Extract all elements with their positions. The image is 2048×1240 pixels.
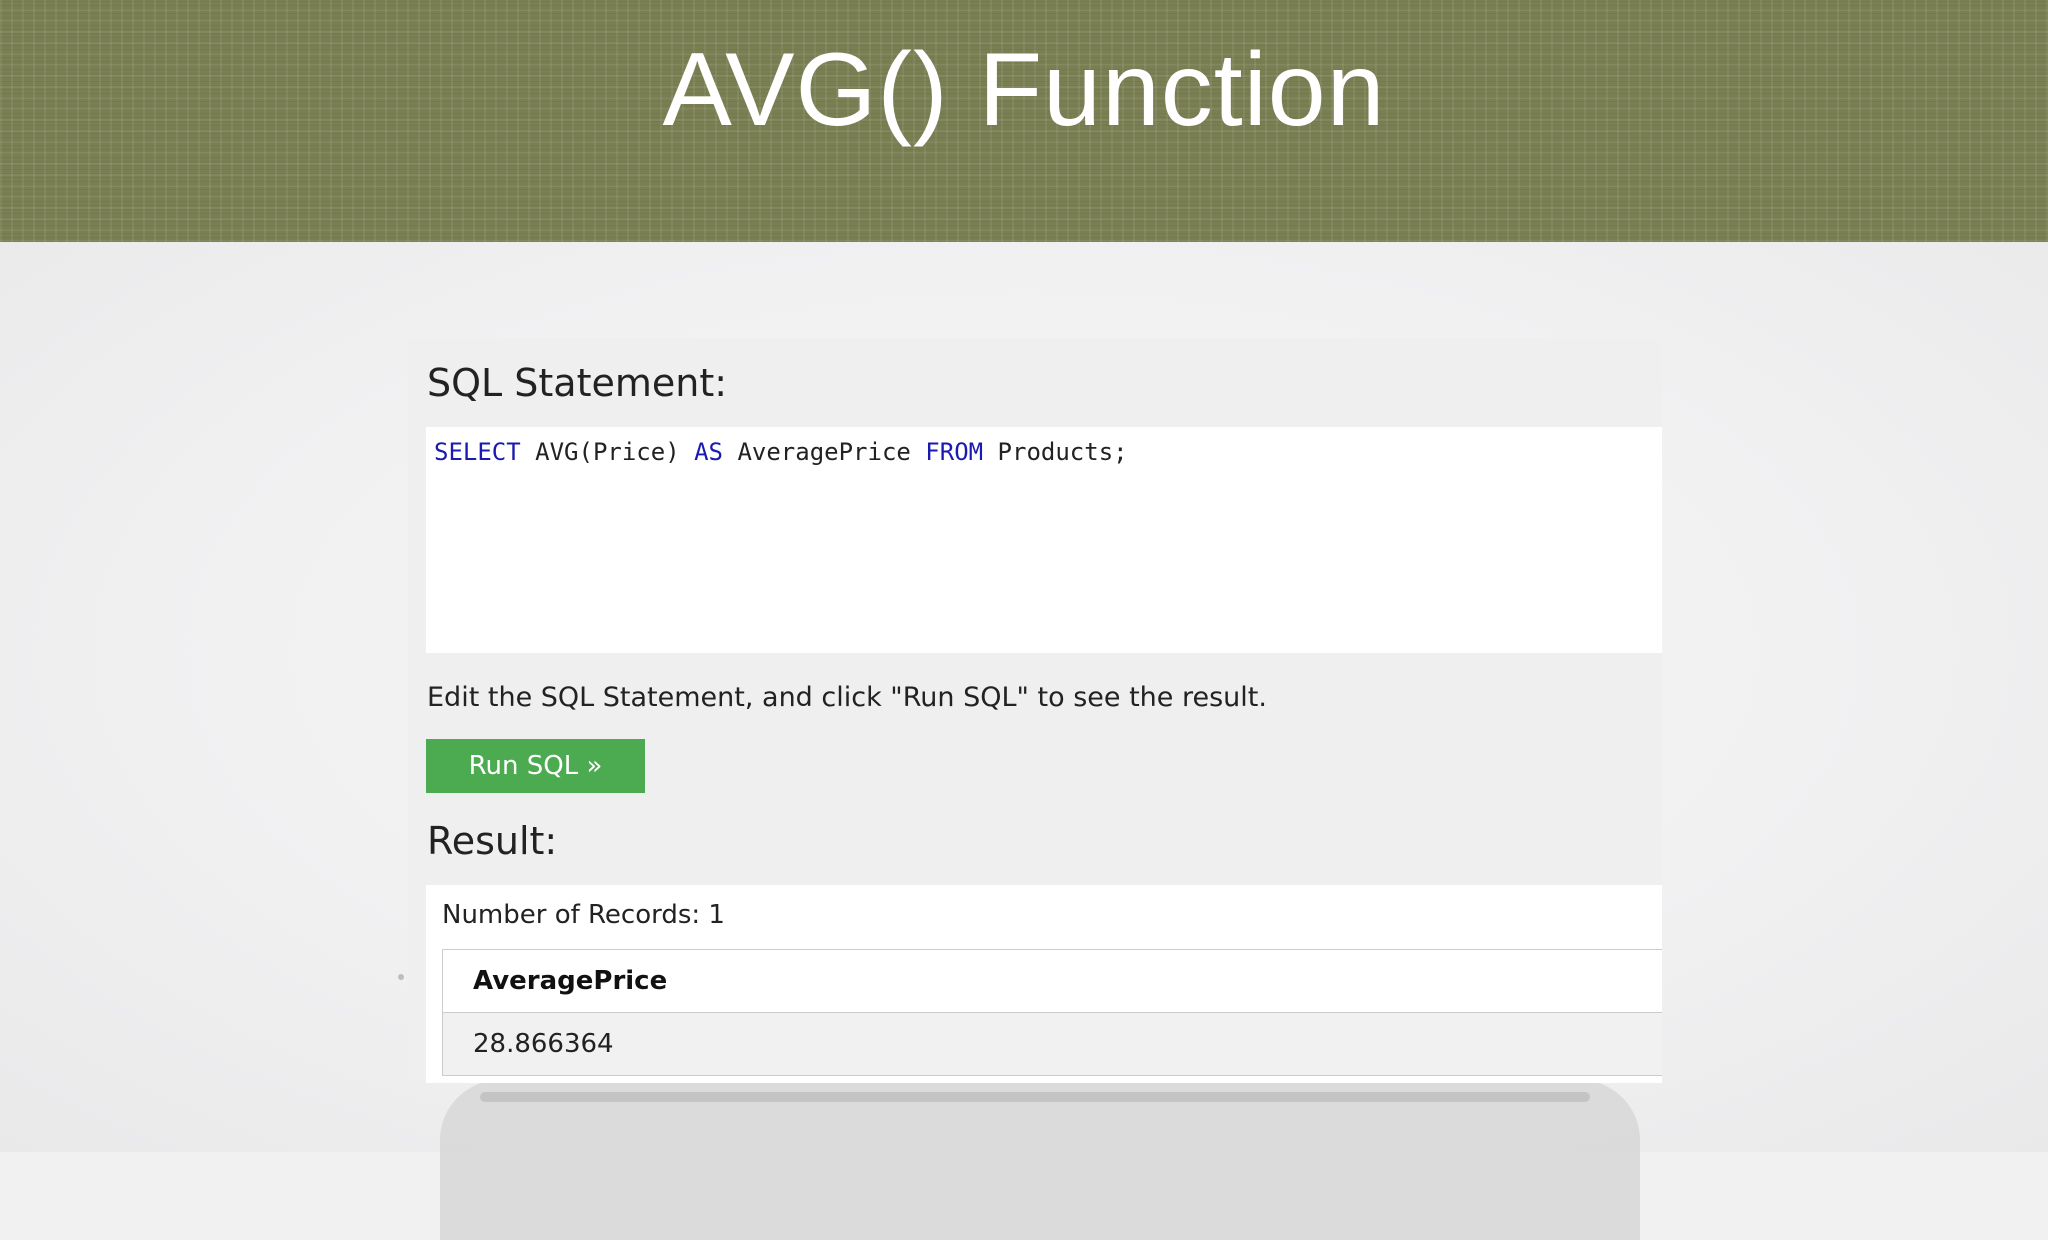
table-name: Products;: [983, 438, 1128, 466]
background-speck: [398, 974, 404, 980]
sql-statement-heading: SQL Statement:: [427, 361, 728, 405]
alias-name: AveragePrice: [723, 438, 926, 466]
slide-title: AVG() Function: [662, 32, 1386, 148]
result-table: AveragePrice 28.866364: [442, 949, 1662, 1076]
background-book-image: [440, 1080, 1640, 1240]
avg-expression: AVG(Price): [520, 438, 695, 466]
keyword-from: FROM: [925, 438, 984, 466]
run-sql-button[interactable]: Run SQL »: [426, 739, 645, 793]
sql-code-line[interactable]: SELECT AVG(Price) AS AveragePrice FROM P…: [434, 435, 1128, 469]
instruction-text: Edit the SQL Statement, and click "Run S…: [427, 682, 1267, 713]
sql-editor[interactable]: SELECT AVG(Price) AS AveragePrice FROM P…: [426, 427, 1662, 653]
keyword-as: AS: [694, 438, 723, 466]
table-header-row: AveragePrice: [442, 949, 1662, 1013]
record-count: Number of Records: 1: [442, 900, 725, 930]
table-cell-averageprice: 28.866364: [442, 1012, 1662, 1076]
column-header-averageprice: AveragePrice: [442, 949, 1662, 1013]
table-row: 28.866364: [442, 1012, 1662, 1076]
background-book-spine: [480, 1092, 1590, 1102]
result-container: Number of Records: 1 AveragePrice 28.866…: [426, 885, 1662, 1083]
keyword-select: SELECT: [434, 438, 521, 466]
header-banner: AVG() Function: [0, 0, 2048, 242]
result-heading: Result:: [427, 819, 558, 863]
